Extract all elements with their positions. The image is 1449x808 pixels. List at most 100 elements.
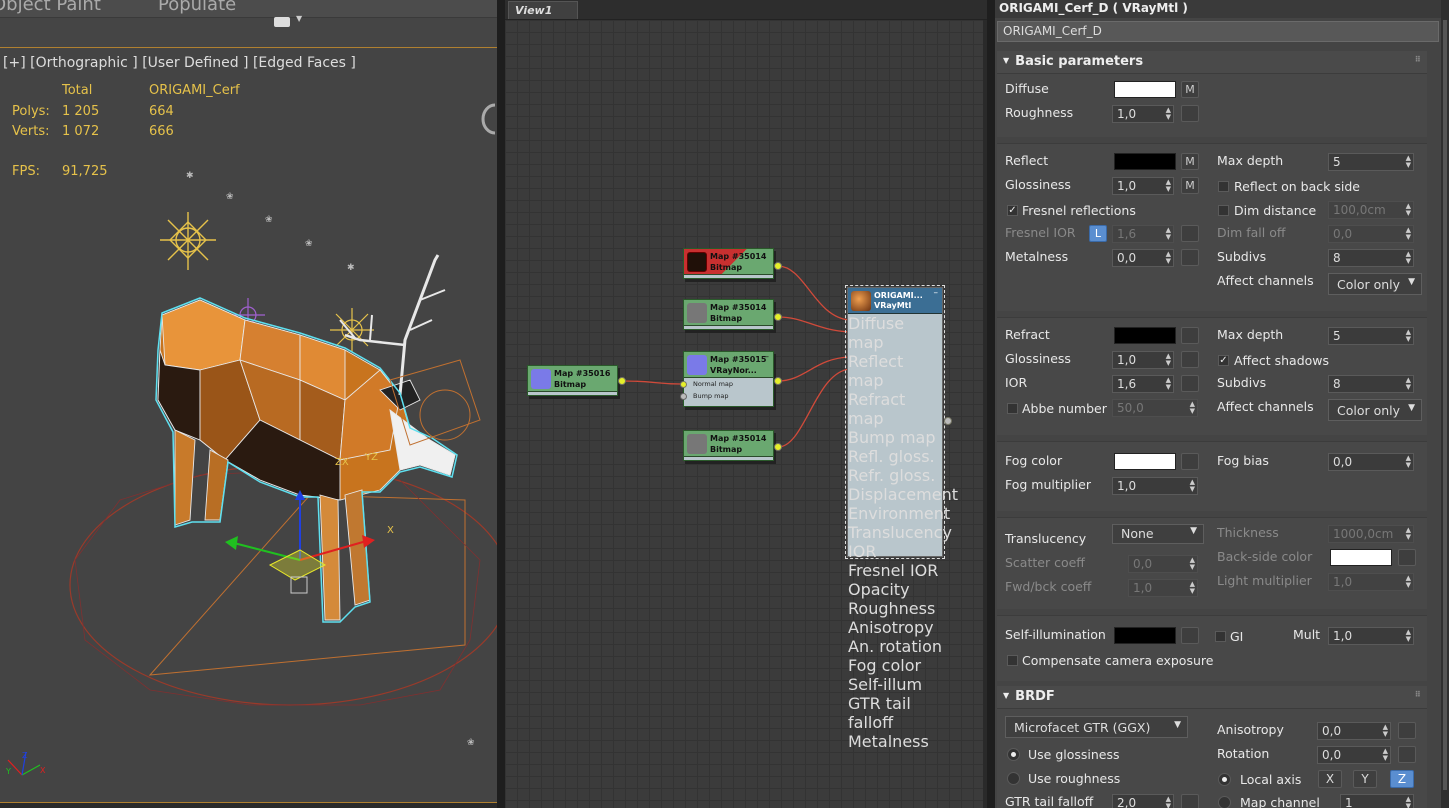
node-minimize-icon[interactable]: – — [765, 352, 770, 362]
refr-glossiness-map-button[interactable] — [1181, 351, 1199, 368]
refract-color-swatch[interactable] — [1114, 327, 1176, 344]
material-slot[interactable]: Self-illum — [848, 675, 942, 694]
refract-map-button[interactable] — [1181, 327, 1199, 344]
reflect-back-side-checkbox[interactable] — [1218, 181, 1229, 192]
material-slot[interactable]: Anisotropy — [848, 618, 942, 637]
rollout-grip-icon[interactable]: ⠿ — [1415, 690, 1421, 699]
self-illumination-color-swatch[interactable] — [1114, 627, 1176, 644]
gi-checkbox[interactable] — [1215, 631, 1226, 642]
node-output-socket[interactable] — [774, 262, 782, 270]
roughness-spinner[interactable]: 1,0 ▲ ▼ — [1112, 105, 1174, 123]
panel-divider[interactable] — [987, 0, 995, 808]
axis-x-button[interactable]: X — [1318, 770, 1342, 788]
material-slot[interactable]: IOR — [848, 542, 942, 561]
material-slot[interactable]: Fresnel IOR — [848, 561, 942, 580]
fog-bias-spinner[interactable]: 0,0 ▲ ▼ — [1328, 453, 1414, 471]
collapse-triangle-icon[interactable]: ▼ — [1003, 56, 1009, 65]
roughness-map-button[interactable] — [1181, 105, 1199, 122]
material-slot[interactable]: Opacity — [848, 580, 942, 599]
refl-max-depth-spinner[interactable]: 5 ▲ ▼ — [1328, 153, 1414, 171]
scrollbar-thumb[interactable] — [1443, 20, 1447, 790]
ribbon-tab-populate[interactable]: Populate — [158, 0, 236, 15]
material-slot[interactable]: An. rotation — [848, 637, 942, 656]
viewport-panel[interactable]: Object Paint Populate ▼ ✱ ❀ ❀ ❀ ✱ ❀ X ZX… — [0, 0, 497, 808]
rotation-map-button[interactable] — [1398, 746, 1416, 763]
anisotropy-spinner[interactable]: 0,0 ▲ ▼ — [1317, 722, 1391, 740]
tab-view1[interactable]: View1 — [508, 1, 578, 19]
use-glossiness-radio[interactable] — [1007, 748, 1020, 761]
node-output-socket[interactable] — [774, 443, 782, 451]
node-output-socket[interactable] — [944, 417, 952, 425]
node-vraymtl[interactable]: ORIGAMI... VRayMtl – Diffuse map Reflect m… — [845, 285, 958, 751]
metalness-spinner[interactable]: 0,0 ▲ ▼ — [1112, 249, 1174, 267]
rollout-basic-parameters[interactable]: ▼ Basic parameters ⠿ — [997, 51, 1427, 73]
reflect-map-button[interactable]: M — [1181, 153, 1199, 170]
node-output-socket[interactable] — [774, 313, 782, 321]
fog-multiplier-spinner[interactable]: 1,0 ▲ ▼ — [1112, 477, 1198, 495]
translucency-dropdown[interactable]: None ▼ — [1112, 524, 1204, 544]
compensate-exposure-checkbox[interactable] — [1007, 655, 1018, 666]
diffuse-map-button[interactable]: M — [1181, 81, 1199, 98]
material-slot[interactable]: Metalness — [848, 732, 942, 751]
metalness-map-button[interactable] — [1181, 249, 1199, 266]
material-slot[interactable]: Refr. gloss. — [848, 466, 942, 485]
fresnel-ior-lock-button[interactable]: L — [1089, 225, 1107, 242]
axis-z-button[interactable]: Z — [1390, 770, 1414, 788]
mult-spinner[interactable]: 1,0 ▲ ▼ — [1328, 627, 1414, 645]
self-illumination-map-button[interactable] — [1181, 627, 1199, 644]
viewport-canvas[interactable]: ✱ ❀ ❀ ❀ ✱ ❀ X ZX YZ X Y Z [+] [Orthograp… — [0, 49, 497, 802]
material-slot[interactable]: Reflect map — [848, 352, 942, 390]
material-name-field[interactable]: ORIGAMI_Cerf_D — [997, 21, 1439, 42]
ior-spinner[interactable]: 1,6 ▲ ▼ — [1112, 375, 1174, 393]
node-map-35014-a[interactable]: Map #35014 Bitmap — [683, 248, 774, 279]
material-slot[interactable]: Environment — [848, 504, 950, 523]
fresnel-reflections-checkbox[interactable]: ✓ — [1007, 205, 1018, 216]
reflect-color-swatch[interactable] — [1114, 153, 1176, 170]
material-slot[interactable]: Fog color — [848, 656, 942, 675]
gtr-tail-falloff-spinner[interactable]: 2,0 ▲ ▼ — [1112, 794, 1174, 808]
back-side-color-map-button[interactable] — [1398, 549, 1416, 566]
glossiness-map-button[interactable]: M — [1181, 177, 1199, 194]
fog-color-map-button[interactable] — [1181, 453, 1199, 470]
slot-normal-map[interactable]: Normal map — [680, 378, 773, 390]
rollout-grip-icon[interactable]: ⠿ — [1415, 55, 1421, 64]
local-axis-radio[interactable] — [1218, 773, 1231, 786]
node-minimize-icon[interactable]: – — [934, 288, 939, 298]
chevron-down-icon[interactable]: ▼ — [296, 14, 302, 23]
material-slot[interactable]: GTR tail falloff — [848, 694, 942, 732]
back-side-color-swatch[interactable] — [1330, 549, 1392, 566]
fresnel-ior-spinner[interactable]: 1,6 ▲ ▼ — [1112, 225, 1174, 243]
use-roughness-radio[interactable] — [1007, 772, 1020, 785]
fwd-bck-coeff-spinner[interactable]: 1,0 ▲ ▼ — [1128, 579, 1198, 597]
viewport-label[interactable]: [+] [Orthographic ] [User Defined ] [Edg… — [3, 55, 356, 71]
slate-material-editor[interactable]: View1 Map #35014 Bitmap Map #35014 Bitmap — [505, 0, 987, 808]
dim-distance-checkbox[interactable] — [1218, 205, 1229, 216]
gtr-tail-map-button[interactable] — [1181, 794, 1199, 808]
material-slot[interactable]: Roughness — [848, 599, 942, 618]
axis-y-button[interactable]: Y — [1353, 770, 1377, 788]
map-channel-radio[interactable] — [1218, 796, 1231, 808]
affect-shadows-checkbox[interactable]: ✓ — [1218, 355, 1229, 366]
material-slot[interactable]: Displacement — [848, 485, 958, 504]
material-slot[interactable]: Diffuse map — [848, 314, 942, 352]
dim-distance-spinner[interactable]: 100,0cm ▲ ▼ — [1328, 201, 1414, 219]
material-slot[interactable]: Refl. gloss. — [848, 447, 942, 466]
scatter-coeff-spinner[interactable]: 0,0 ▲ ▼ — [1128, 555, 1198, 573]
node-output-socket[interactable] — [774, 377, 782, 385]
glossiness-spinner[interactable]: 1,0 ▲ ▼ — [1112, 177, 1174, 195]
thickness-spinner[interactable]: 1000,0cm ▲ ▼ — [1328, 525, 1414, 543]
fog-color-swatch[interactable] — [1114, 453, 1176, 470]
dim-falloff-spinner[interactable]: 0,0 ▲ ▼ — [1328, 225, 1414, 243]
map-channel-spinner[interactable]: 1 ▲ ▼ — [1340, 794, 1414, 808]
ribbon-dropdown-icon[interactable] — [274, 17, 290, 27]
anisotropy-map-button[interactable] — [1398, 722, 1416, 739]
abbe-number-checkbox[interactable] — [1007, 403, 1018, 414]
material-slot[interactable]: Translucency — [848, 523, 952, 542]
material-slot[interactable]: Refract map — [848, 390, 942, 428]
refr-max-depth-spinner[interactable]: 5 ▲ ▼ — [1328, 327, 1414, 345]
material-slot[interactable]: Bump map — [848, 428, 942, 447]
node-map-35015-vraynormal[interactable]: Map #35015 VRayNor... – Normal map Bump m… — [680, 351, 774, 407]
diffuse-color-swatch[interactable] — [1114, 81, 1176, 98]
refr-glossiness-spinner[interactable]: 1,0 ▲ ▼ — [1112, 351, 1174, 369]
ior-map-button[interactable] — [1181, 375, 1199, 392]
